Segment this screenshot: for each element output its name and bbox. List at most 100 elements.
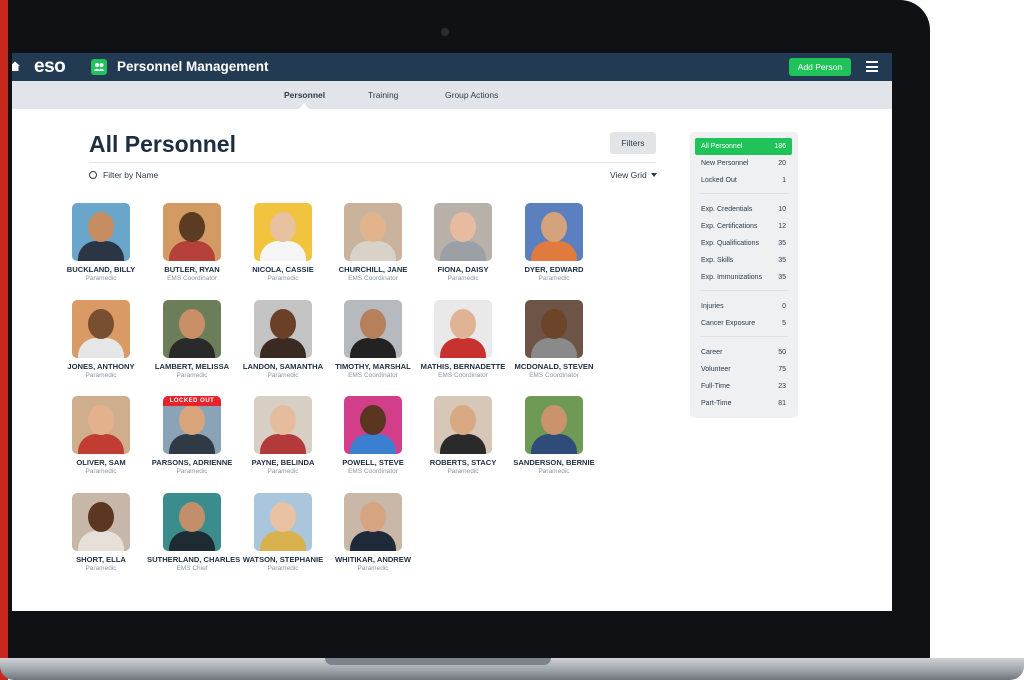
personnel-avatar[interactable] [254,493,312,551]
sidebar-item-part-time[interactable]: Part-Time 81 [695,395,792,412]
personnel-avatar[interactable] [344,203,402,261]
personnel-name[interactable]: FIONA, DAISY [418,265,508,274]
avatar-head [179,405,205,435]
personnel-avatar[interactable] [344,493,402,551]
personnel-card[interactable]: OLIVER, SAM Paramedic [56,396,146,475]
personnel-name[interactable]: CHURCHILL, JANE [328,265,418,274]
personnel-name[interactable]: OLIVER, SAM [56,458,146,467]
personnel-avatar[interactable] [434,300,492,358]
personnel-avatar[interactable] [163,493,221,551]
personnel-avatar[interactable] [72,493,130,551]
personnel-avatar[interactable] [72,396,130,454]
personnel-avatar[interactable] [525,300,583,358]
sidebar-item-injuries[interactable]: Injuries 0 [695,298,792,315]
sidebar-item-exp-immunizations[interactable]: Exp. Immunizations 35 [695,269,792,286]
personnel-name[interactable]: SANDERSON, BERNIE [509,458,599,467]
sidebar-item-all-personnel[interactable]: All Personnel 186 [695,138,792,155]
tab-personnel[interactable]: Personnel [284,90,325,100]
personnel-card[interactable]: LAMBERT, MELISSA Paramedic [147,300,237,379]
personnel-filter-sidebar: All Personnel 186 New Personnel 20 Locked Ou… [690,132,798,418]
filter-by-name-input[interactable]: Filter by Name [89,170,158,180]
personnel-name[interactable]: PARSONS, ADRIENNE [147,458,237,467]
personnel-avatar[interactable] [72,203,130,261]
personnel-avatar[interactable] [434,203,492,261]
tab-group-actions[interactable]: Group Actions [445,90,498,100]
personnel-avatar[interactable] [72,300,130,358]
personnel-name[interactable]: TIMOTHY, MARSHAL [328,362,418,371]
sidebar-item-count: 20 [778,160,786,167]
personnel-card[interactable]: LANDON, SAMANTHA Paramedic [238,300,328,379]
personnel-card[interactable]: SHORT, ELLA Paramedic [56,493,146,572]
personnel-card[interactable]: ROBERTS, STACY Paramedic [418,396,508,475]
personnel-avatar[interactable]: LOCKED OUT [163,396,221,454]
personnel-name[interactable]: NICOLA, CASSIE [238,265,328,274]
personnel-name[interactable]: WATSON, STEPHANIE [238,555,328,564]
personnel-name[interactable]: WHITIKAR, ANDREW [328,555,418,564]
sidebar-item-locked-out[interactable]: Locked Out 1 [695,172,792,189]
personnel-card[interactable]: LOCKED OUT PARSONS, ADRIENNE Paramedic [147,396,237,475]
add-person-button[interactable]: Add Person [789,58,851,76]
avatar-body [531,338,577,358]
sidebar-item-exp-qualifications[interactable]: Exp. Qualifications 35 [695,235,792,252]
personnel-name[interactable]: MATHIS, BERNADETTE [418,362,508,371]
personnel-card[interactable]: WHITIKAR, ANDREW Paramedic [328,493,418,572]
personnel-card[interactable]: TIMOTHY, MARSHAL EMS Coordinator [328,300,418,379]
hamburger-menu-icon[interactable] [866,61,878,72]
personnel-role: Paramedic [267,275,299,282]
personnel-card[interactable]: SANDERSON, BERNIE Paramedic [509,396,599,475]
personnel-name[interactable]: SHORT, ELLA [56,555,146,564]
sidebar-item-volunteer[interactable]: Volunteer 75 [695,361,792,378]
personnel-name[interactable]: LAMBERT, MELISSA [147,362,237,371]
personnel-name[interactable]: POWELL, STEVE [328,458,418,467]
personnel-name[interactable]: DYER, EDWARD [509,265,599,274]
personnel-role: Paramedic [85,372,117,379]
personnel-role: Paramedic [176,468,208,475]
sidebar-item-career[interactable]: Career 50 [695,344,792,361]
sidebar-item-full-time[interactable]: Full-Time 23 [695,378,792,395]
tab-training[interactable]: Training [368,90,398,100]
personnel-card[interactable]: SUTHERLAND, CHARLES EMS Chief [147,493,240,572]
personnel-card[interactable]: MATHIS, BERNADETTE EMS Coordinator [418,300,508,379]
personnel-card[interactable]: FIONA, DAISY Paramedic [418,203,508,282]
personnel-name[interactable]: ROBERTS, STACY [418,458,508,467]
personnel-avatar[interactable] [525,396,583,454]
view-grid-dropdown[interactable]: View Grid [610,170,657,180]
avatar-body [440,434,486,454]
personnel-name[interactable]: MCDONALD, STEVEN [509,362,599,371]
sidebar-item-cancer-exposure[interactable]: Cancer Exposure 5 [695,315,792,332]
personnel-avatar[interactable] [525,203,583,261]
personnel-card[interactable]: WATSON, STEPHANIE Paramedic [238,493,328,572]
eso-logo[interactable]: eso [34,56,66,78]
personnel-card[interactable]: MCDONALD, STEVEN EMS Coordinator [509,300,599,379]
personnel-name[interactable]: BUTLER, RYAN [147,265,237,274]
filters-button[interactable]: Filters [610,132,656,154]
personnel-card[interactable]: DYER, EDWARD Paramedic [509,203,599,282]
personnel-card[interactable]: BUTLER, RYAN EMS Coordinator [147,203,237,282]
personnel-card[interactable]: PAYNE, BELINDA Paramedic [238,396,328,475]
personnel-avatar[interactable] [344,300,402,358]
avatar-body [350,434,396,454]
home-icon[interactable] [12,61,20,71]
personnel-card[interactable]: JONES, ANTHONY Paramedic [56,300,146,379]
personnel-card[interactable]: BUCKLAND, BILLY Paramedic [56,203,146,282]
personnel-avatar[interactable] [163,300,221,358]
personnel-avatar[interactable] [434,396,492,454]
personnel-name[interactable]: BUCKLAND, BILLY [56,265,146,274]
personnel-card[interactable]: POWELL, STEVE EMS Coordinator [328,396,418,475]
sidebar-item-new-personnel[interactable]: New Personnel 20 [695,155,792,172]
personnel-name[interactable]: LANDON, SAMANTHA [238,362,328,371]
personnel-avatar[interactable] [254,300,312,358]
personnel-avatar[interactable] [163,203,221,261]
personnel-card[interactable]: NICOLA, CASSIE Paramedic [238,203,328,282]
personnel-name[interactable]: JONES, ANTHONY [56,362,146,371]
personnel-avatar[interactable] [254,396,312,454]
sidebar-item-exp-credentials[interactable]: Exp. Credentials 10 [695,201,792,218]
avatar-head [179,502,205,532]
personnel-avatar[interactable] [254,203,312,261]
sidebar-item-exp-certifications[interactable]: Exp. Certifications 12 [695,218,792,235]
personnel-card[interactable]: CHURCHILL, JANE EMS Coordinator [328,203,418,282]
personnel-avatar[interactable] [344,396,402,454]
sidebar-item-exp-skills[interactable]: Exp. Skills 35 [695,252,792,269]
personnel-name[interactable]: SUTHERLAND, CHARLES [147,555,240,564]
personnel-name[interactable]: PAYNE, BELINDA [238,458,328,467]
